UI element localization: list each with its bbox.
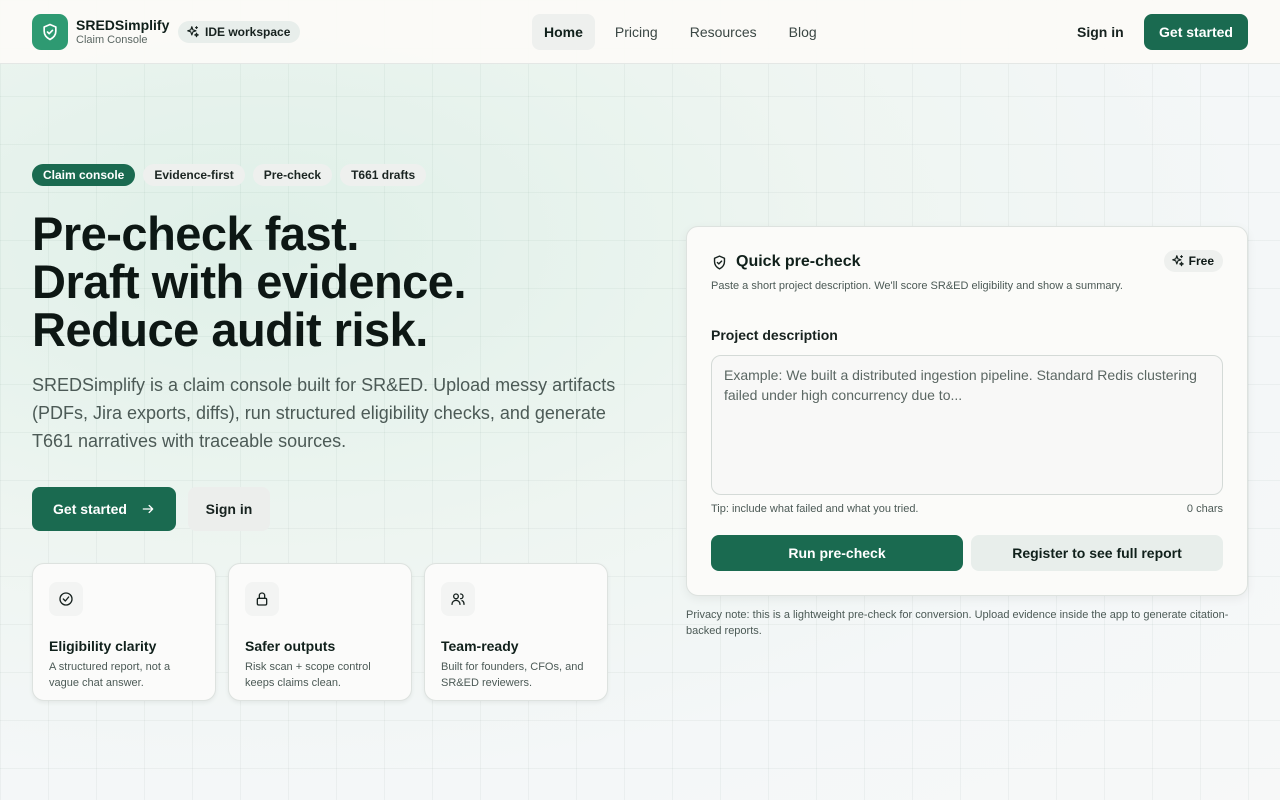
check-circle-icon [49,582,83,616]
ide-workspace-label: IDE workspace [205,25,291,39]
top-header: SREDSimplify Claim Console IDE workspace… [0,0,1280,64]
privacy-note: Privacy note: this is a lightweight pre-… [686,609,1229,637]
precheck-subtitle: Paste a short project description. We'll… [711,280,1123,292]
hero-get-started-button[interactable]: Get started [32,487,176,531]
header-sign-in-link[interactable]: Sign in [1064,14,1137,50]
quick-precheck-card: Quick pre-check Free Paste a short proje… [686,226,1248,596]
feature-cards: Eligibility clarity A structured report,… [32,563,608,701]
tag-t661-drafts: T661 drafts [340,164,427,186]
precheck-title-text: Quick pre-check [736,253,861,270]
feature-description: Built for founders, CFOs, and SR&ED revi… [441,661,584,689]
feature-title: Safer outputs [245,638,336,654]
hero-sign-in-button[interactable]: Sign in [188,487,270,531]
project-description-label: Project description [711,327,838,343]
headline-line-1: Pre-check fast. [32,207,359,260]
brand-subtitle: Claim Console [76,34,148,46]
free-badge-label: Free [1188,254,1214,268]
hero-tags: Claim console Evidence-first Pre-check T… [32,164,427,186]
headline-line-3: Reduce audit risk. [32,303,428,356]
header-get-started-button[interactable]: Get started [1144,14,1248,50]
precheck-title: Quick pre-check [711,253,861,271]
feature-description: Risk scan + scope control keeps claims c… [245,661,371,689]
feature-description: A structured report, not a vague chat an… [49,661,171,689]
main-nav: Home Pricing Resources Blog [532,14,837,50]
nav-blog[interactable]: Blog [777,14,829,50]
char-count: 0 chars [1186,503,1223,515]
brand-name: SREDSimplify [76,17,170,33]
nav-pricing[interactable]: Pricing [603,14,670,50]
tag-evidence-first: Evidence-first [143,164,245,186]
lock-icon [245,582,279,616]
sparkles-icon [187,26,199,38]
brand[interactable]: SREDSimplify Claim Console [76,17,169,47]
free-badge: Free [1163,250,1223,272]
hero-headline: Pre-check fast. Draft with evidence. Red… [32,207,467,356]
run-precheck-button[interactable]: Run pre-check [711,535,963,571]
users-icon [441,582,475,616]
tag-pre-check: Pre-check [252,164,333,186]
ide-workspace-pill: IDE workspace [178,21,301,43]
feature-card-team-ready: Team-ready Built for founders, CFOs, and… [424,563,608,701]
register-full-report-button[interactable]: Register to see full report [971,535,1223,571]
sparkles-icon [1171,255,1184,267]
hero-get-started-label: Get started [53,501,127,517]
project-description-input[interactable] [711,355,1223,495]
shield-check-logo-icon[interactable] [32,14,68,50]
arrow-right-icon [142,504,154,514]
tag-claim-console: Claim console [32,164,136,186]
nav-home[interactable]: Home [532,14,595,50]
input-tip: Tip: include what failed and what you tr… [711,503,919,515]
nav-resources[interactable]: Resources [678,14,769,50]
feature-title: Eligibility clarity [49,638,157,654]
feature-card-safer-outputs: Safer outputs Risk scan + scope control … [228,563,412,701]
hero-description: SREDSimplify is a claim console built fo… [32,375,616,451]
feature-title: Team-ready [441,638,519,654]
feature-card-eligibility: Eligibility clarity A structured report,… [32,563,216,701]
shield-check-icon [713,254,726,270]
headline-line-2: Draft with evidence. [32,255,467,308]
